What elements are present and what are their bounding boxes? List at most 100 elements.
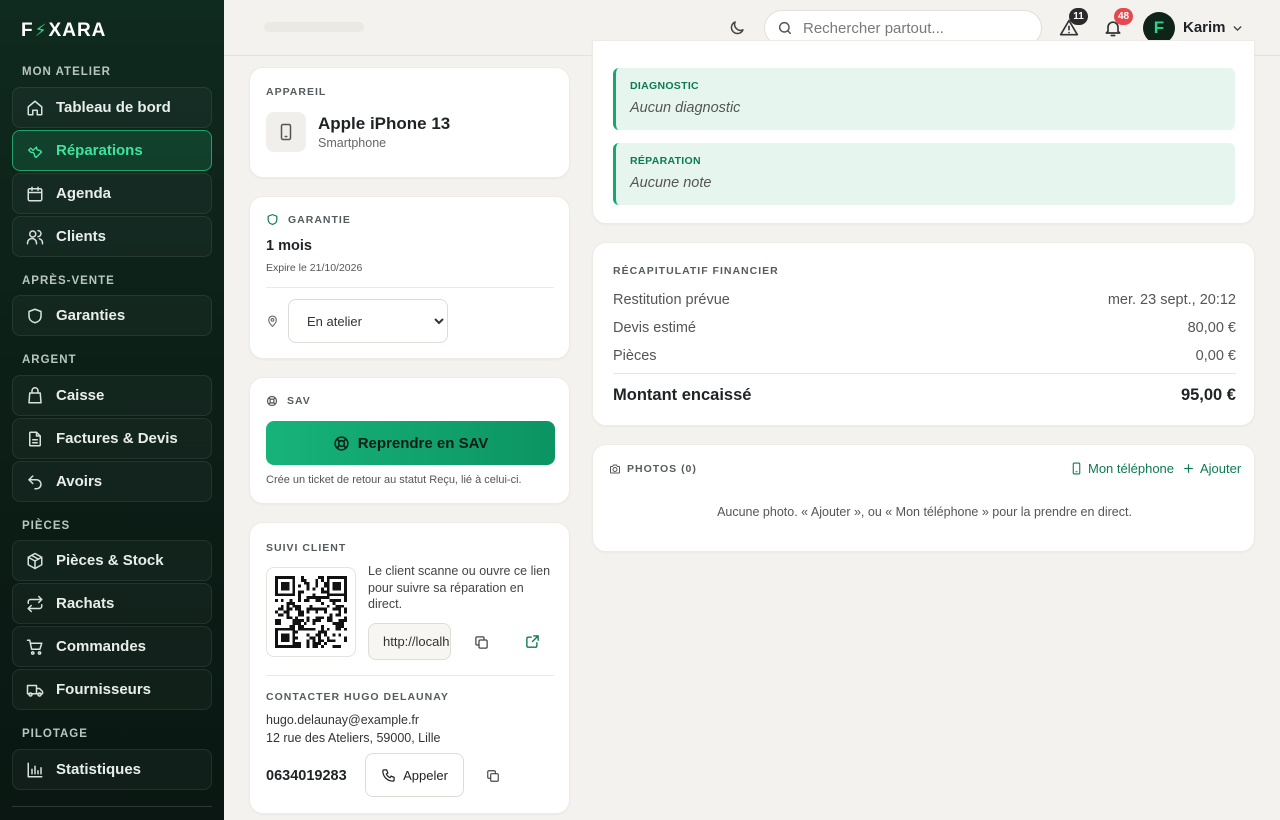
sav-button-label: Reprendre en SAV (357, 434, 489, 452)
search-icon (778, 21, 792, 35)
bar-chart-icon (27, 762, 43, 777)
warranty-expiry: Expire le 21/10/2026 (266, 262, 363, 274)
diagnostic-note: DIAGNOSTIC Aucun diagnostic (613, 68, 1235, 130)
notifications-badge: 48 (1114, 8, 1134, 25)
contact-label: CONTACTER HUGO DELAUNAY (266, 691, 449, 703)
warranty-card: GARANTIE 1 mois Expire le 21/10/2026 En … (249, 196, 570, 359)
sidebar-item-label: Garanties (56, 307, 126, 324)
tracking-url-field[interactable] (368, 623, 451, 660)
finance-row: Pièces 0,00 € (613, 348, 1236, 364)
sidebar-item-statistiques[interactable]: Statistiques (12, 749, 212, 790)
qr-code (266, 567, 356, 657)
package-icon (27, 552, 43, 569)
search-input[interactable] (803, 19, 1023, 37)
chevron-down-icon[interactable] (1231, 22, 1244, 35)
sidebar-item-fournisseurs[interactable]: Fournisseurs (12, 669, 212, 710)
copy-icon (487, 770, 499, 782)
finance-label: RÉCAPITULATIF FINANCIER (613, 265, 779, 277)
wrench-icon (28, 145, 43, 158)
divider (266, 675, 554, 676)
mon-telephone-link[interactable]: Mon téléphone (1070, 461, 1174, 476)
sidebar-item-label: Fournisseurs (56, 681, 152, 698)
finance-total-row: Montant encaissé 95,00 € (613, 386, 1236, 405)
sidebar-item-factures-devis[interactable]: Factures & Devis (12, 418, 212, 459)
shield-icon (28, 308, 42, 323)
contact-email[interactable]: hugo.delaunay@example.fr (266, 713, 419, 727)
truck-icon (26, 684, 44, 697)
finance-row-label: Devis estimé (613, 320, 696, 336)
qr-code-image (275, 576, 347, 648)
finance-total-label: Montant encaissé (613, 386, 752, 404)
sidebar-item-garanties[interactable]: Garanties (12, 295, 212, 336)
sidebar-item-label: Statistiques (56, 761, 142, 778)
lifebuoy-icon (266, 395, 278, 407)
mon-telephone-label: Mon téléphone (1088, 461, 1175, 476)
sidebar-item-label: Pièces & Stock (56, 552, 164, 569)
external-link-icon (525, 634, 539, 648)
breadcrumb-placeholder (264, 22, 364, 32)
notes-card: DIAGNOSTIC Aucun diagnostic RÉPARATION A… (592, 40, 1255, 224)
device-label: APPAREIL (266, 86, 327, 98)
sidebar-item-agenda[interactable]: Agenda (12, 173, 212, 214)
sidebar-item-label: Tableau de bord (56, 99, 171, 116)
finance-row-label: Pièces (613, 348, 657, 364)
add-photo-label: Ajouter (1200, 461, 1242, 476)
open-link-button[interactable] (515, 624, 549, 658)
divider (613, 373, 1236, 374)
photos-label: PHOTOS (0) (627, 463, 697, 475)
file-icon (29, 431, 41, 446)
sidebar-item-commandes[interactable]: Commandes (12, 626, 212, 667)
device-name: Apple iPhone 13 (318, 114, 451, 133)
sav-label: SAV (287, 395, 311, 407)
sidebar-item-label: Rachats (56, 595, 115, 612)
warranty-duration: 1 mois (266, 238, 312, 254)
user-name[interactable]: Karim (1183, 19, 1226, 36)
section-argent: ARGENT (22, 354, 77, 366)
contact-address: 12 rue des Ateliers, 59000, Lille (266, 731, 441, 745)
sav-help-text: Crée un ticket de retour au statut Reçu,… (266, 474, 522, 486)
brand-suffix: XARA (48, 20, 107, 41)
photos-empty-text: Aucune photo. « Ajouter », ou « Mon télé… (717, 505, 1132, 519)
sidebar-item-label: Réparations (56, 142, 143, 159)
sidebar-item-pieces-stock[interactable]: Pièces & Stock (12, 540, 212, 581)
sidebar-item-tableau-de-bord[interactable]: Tableau de bord (12, 87, 212, 128)
cart-icon (26, 639, 43, 655)
sidebar-item-label: Clients (56, 228, 107, 245)
brand-logo[interactable]: F ⚡ XARA (21, 20, 106, 42)
repair-note: RÉPARATION Aucune note (613, 143, 1235, 205)
copy-url-button[interactable] (464, 625, 498, 659)
lifebuoy-icon (334, 435, 349, 451)
swap-icon (27, 595, 43, 612)
sidebar-item-rachats[interactable]: Rachats (12, 583, 212, 624)
finance-row: Devis estimé 80,00 € (613, 320, 1236, 336)
sidebar-divider (12, 806, 212, 807)
tracking-description: Le client scanne ou ouvre ce lien pour s… (368, 564, 551, 611)
finance-row-label: Restitution prévue (613, 292, 730, 308)
users-icon (26, 229, 44, 244)
moon-icon[interactable] (728, 19, 746, 37)
sidebar-item-reparations[interactable]: Réparations (12, 130, 212, 171)
contact-phone: 0634019283 (266, 768, 347, 784)
location-pin-icon (268, 315, 277, 327)
section-pieces: PIÈCES (22, 520, 71, 532)
location-select[interactable]: En atelier (288, 299, 448, 343)
section-apres-vente: APRÈS-VENTE (22, 275, 115, 287)
reprendre-sav-button[interactable]: Reprendre en SAV (266, 421, 555, 465)
add-photo-link[interactable]: Ajouter (1182, 461, 1241, 476)
copy-icon (474, 635, 488, 649)
calendar-icon (27, 186, 43, 201)
sidebar-item-clients[interactable]: Clients (12, 216, 212, 257)
phone-icon (382, 768, 395, 782)
copy-phone-button[interactable] (476, 759, 510, 793)
bolt-icon: ⚡ (34, 21, 48, 40)
finance-row-value: 0,00 € (1195, 348, 1236, 364)
sidebar-item-label: Avoirs (56, 473, 103, 490)
call-button[interactable]: Appeler (365, 753, 464, 797)
sidebar-item-caisse[interactable]: Caisse (12, 375, 212, 416)
divider (266, 287, 554, 288)
finance-total-value: 95,00 € (1180, 386, 1236, 404)
device-type: Smartphone (318, 136, 387, 150)
photos-card: PHOTOS (0) Mon téléphone Ajouter Aucune … (592, 444, 1255, 552)
sidebar-item-avoirs[interactable]: Avoirs (12, 461, 212, 502)
cash-register-icon (28, 386, 42, 403)
